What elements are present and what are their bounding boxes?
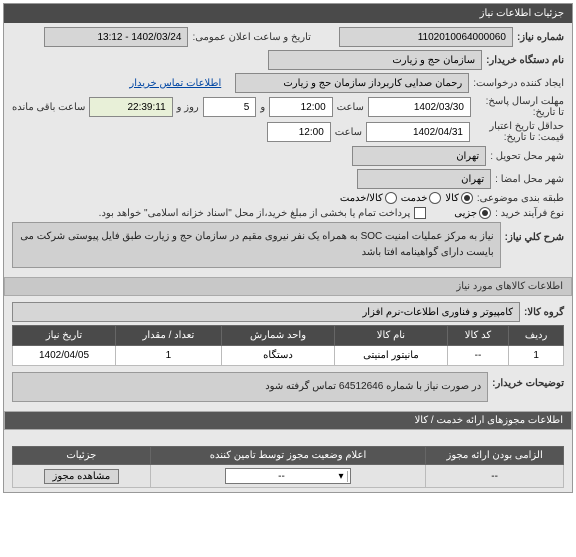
need-no-field: 1102010064000060 — [339, 27, 513, 47]
hour-label-1: ساعت — [337, 102, 364, 113]
radio-partial[interactable]: جزیی — [454, 207, 491, 219]
col-unit: واحد شمارش — [221, 326, 334, 346]
radio-service[interactable]: خدمت — [401, 192, 442, 204]
goods-section-title: اطلاعات کالاهای مورد نیاز — [4, 277, 572, 296]
and-label: و — [260, 102, 265, 113]
need-details-panel: جزئیات اطلاعات نیاز شماره نیاز: 11020100… — [3, 3, 573, 493]
radio-goods[interactable]: کالا — [445, 192, 473, 204]
sign-loc-label: شهر محل امضا : — [495, 174, 564, 185]
pub-date-label: تاریخ و ساعت اعلان عمومی: — [192, 32, 311, 43]
goods-group-label: گروه کالا: — [524, 307, 564, 318]
valid-date-field: 1402/04/31 — [366, 122, 470, 142]
col-date: تاریخ نیاز — [13, 326, 116, 346]
goods-table: ردیف کد کالا نام کالا واحد شمارش تعداد /… — [12, 325, 564, 366]
buyer-notes-box: در صورت نیاز با شماره 64512646 تماس گرفت… — [12, 372, 488, 402]
header-title: جزئیات اطلاعات نیاز — [480, 8, 564, 19]
requester-field: رحمان صدایی کاربرداز سازمان حج و زیارت — [235, 73, 469, 93]
treasury-checkbox[interactable] — [414, 207, 426, 219]
col-code: کد کالا — [447, 326, 509, 346]
category-label: طبقه بندی موضوعی: — [477, 193, 564, 204]
col-details: جزئیات — [13, 447, 151, 465]
treasury-note: پرداخت تمام یا بخشی از مبلغ خرید،از محل … — [99, 208, 411, 219]
buyer-org-label: نام دستگاه خریدار: — [486, 55, 564, 66]
remain-label: ساعت باقی مانده — [12, 102, 85, 113]
delivery-loc-label: شهر محل تحویل : — [490, 151, 564, 162]
panel-header: جزئیات اطلاعات نیاز — [4, 4, 572, 23]
pub-date-field: 1402/03/24 - 13:12 — [44, 27, 188, 47]
hour-label-2: ساعت — [335, 127, 362, 138]
buyer-notes-label: توضیحات خریدار: — [492, 372, 564, 389]
reply-deadline-label: مهلت ارسال پاسخ: تا تاریخ: — [475, 96, 564, 118]
buyer-org-field: سازمان حج و زیارت — [268, 50, 482, 70]
reply-days-field: 5 — [203, 97, 257, 117]
table-row[interactable]: 1 -- مانیتور امنیتی دستگاه 1 1402/04/05 — [13, 346, 564, 366]
delivery-loc-field: تهران — [352, 146, 486, 166]
need-desc-box: نیاز به مرکز عملیات امنیت SOC به همراه ی… — [12, 222, 501, 268]
permits-section-title: اطلاعات مجوزهای ارائه خدمت / کالا — [4, 411, 572, 430]
reply-date-field: 1402/03/30 — [368, 97, 471, 117]
min-valid-label: حداقل تاریخ اعتبار قیمت: تا تاریخ: — [474, 121, 564, 143]
status-dropdown[interactable]: ▾ -- — [225, 468, 351, 484]
buy-type-label: نوع فرآیند خرید : — [495, 208, 564, 219]
sign-loc-field: تهران — [357, 169, 491, 189]
col-row: ردیف — [509, 326, 564, 346]
need-desc-label: شرح کلي نیاز: — [505, 222, 564, 243]
need-no-label: شماره نیاز: — [517, 32, 564, 43]
buyer-contact-link[interactable]: اطلاعات تماس خریدار — [129, 78, 221, 89]
valid-hour-field: 12:00 — [267, 122, 331, 142]
remain-time-field: 22:39:11 — [89, 97, 172, 117]
radio-service-goods[interactable]: کالا/خدمت — [340, 192, 397, 204]
day-label: روز و — [177, 102, 199, 113]
col-status: اعلام وضعیت مجوز توسط تامین کننده — [150, 447, 426, 465]
permit-row: -- ▾ -- مشاهده مجوز — [13, 465, 564, 488]
col-mandatory: الزامی بودن ارائه مجوز — [426, 447, 564, 465]
chevron-down-icon: ▾ — [335, 471, 348, 482]
view-permit-button[interactable]: مشاهده مجوز — [44, 469, 120, 484]
col-qty: تعداد / مقدار — [115, 326, 221, 346]
goods-group-field: کامپیوتر و فناوری اطلاعات-نرم افزار — [12, 302, 520, 322]
requester-label: ایجاد کننده درخواست: — [473, 78, 564, 89]
reply-hour-field: 12:00 — [269, 97, 332, 117]
col-name: نام کالا — [335, 326, 447, 346]
permits-table: الزامی بودن ارائه مجوز اعلام وضعیت مجوز … — [12, 446, 564, 488]
